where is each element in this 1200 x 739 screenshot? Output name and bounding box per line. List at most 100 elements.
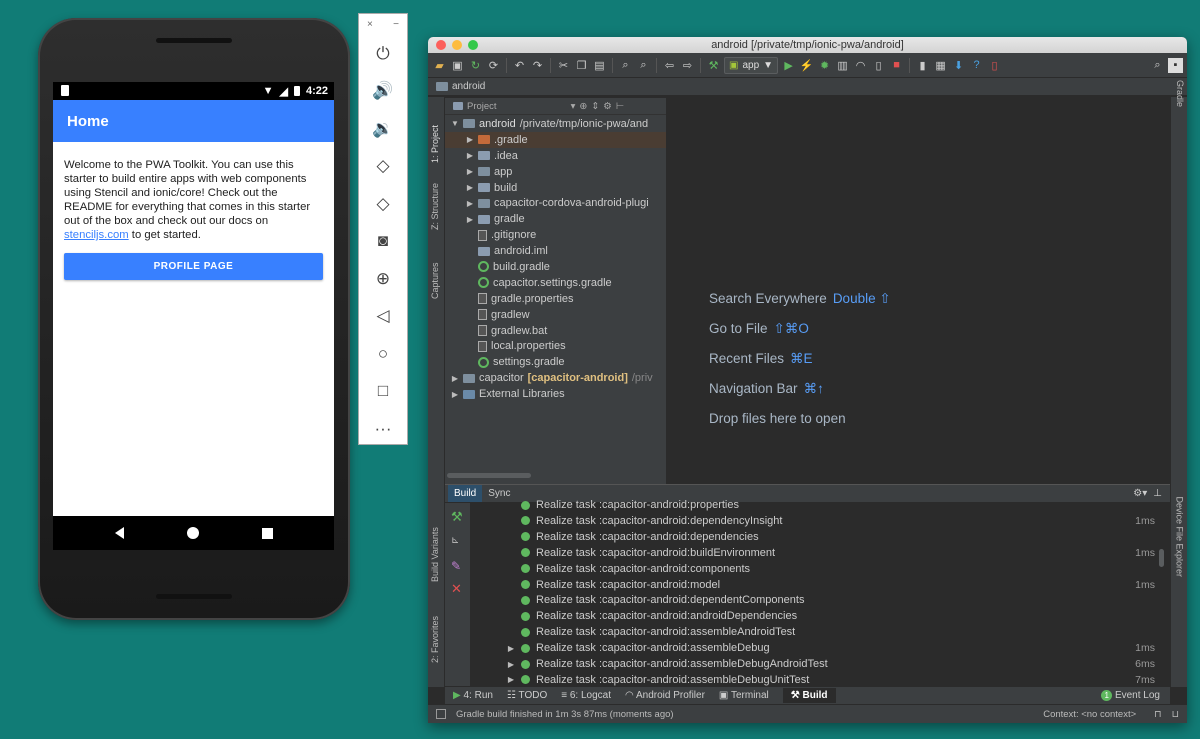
zoom-window-button[interactable] xyxy=(468,40,478,50)
tree-item[interactable]: ▶ gradle xyxy=(445,211,666,227)
tab-project[interactable]: 1: Project xyxy=(430,125,440,163)
copy-icon[interactable]: ❐ xyxy=(574,58,589,73)
build-log-row[interactable]: Realize task :capacitor-android:buildEnv… xyxy=(521,545,1155,561)
refresh-icon[interactable]: ⟳ xyxy=(486,58,501,73)
profile-page-button[interactable]: PROFILE PAGE xyxy=(64,253,323,280)
tab-build-bottom[interactable]: ⚒ Build xyxy=(782,688,836,703)
volume-up-icon[interactable]: 🔊 xyxy=(359,73,407,111)
coverage-icon[interactable]: ▥ xyxy=(835,58,850,73)
chevron-right-icon[interactable]: ▶ xyxy=(466,167,474,176)
tab-logcat[interactable]: ≡ 6: Logcat xyxy=(561,690,611,701)
horizontal-scrollbar[interactable] xyxy=(447,473,531,478)
chevron-right-icon[interactable]: ▶ xyxy=(466,151,474,160)
tree-item[interactable]: build.gradle xyxy=(445,259,666,275)
stenciljs-link[interactable]: stenciljs.com xyxy=(64,229,129,241)
camera-icon[interactable]: ◙ xyxy=(359,223,407,261)
tab-terminal[interactable]: ▣ Terminal xyxy=(719,690,769,701)
power-icon[interactable]: ⏻ xyxy=(359,35,407,73)
tree-item[interactable]: capacitor.settings.gradle xyxy=(445,275,666,291)
run-config-select[interactable]: ▣ app ▼ xyxy=(724,56,779,74)
tree-item[interactable]: gradle.properties xyxy=(445,291,666,307)
chevron-right-icon[interactable]: ▶ xyxy=(451,374,459,383)
tab-captures[interactable]: Captures xyxy=(430,262,440,299)
tree-item[interactable]: gradlew xyxy=(445,307,666,323)
project-structure-icon[interactable]: ▦ xyxy=(933,58,948,73)
build-log-row[interactable]: Realize task :capacitor-android:dependen… xyxy=(521,513,1155,529)
build-log-row[interactable]: Realize task :capacitor-android:properti… xyxy=(521,497,1155,513)
status-window-icon[interactable] xyxy=(436,709,446,719)
hide-icon[interactable]: ⊢ xyxy=(616,101,624,112)
tree-item[interactable]: ▶ External Libraries xyxy=(445,386,666,402)
apply-changes-icon[interactable]: ⚡ xyxy=(799,58,814,73)
recent-apps-icon[interactable] xyxy=(261,527,273,539)
back-icon[interactable]: ◁ xyxy=(359,298,407,336)
toggle-view-icon[interactable]: ⊾ xyxy=(451,535,459,546)
tree-item[interactable]: ▶ capacitor [capacitor-android]/priv xyxy=(445,370,666,386)
tab-event-log[interactable]: 1 Event Log xyxy=(1101,690,1160,701)
notifications-icon[interactable]: ⊔ xyxy=(1172,709,1179,720)
tab-device-file-explorer[interactable]: Device File Explorer xyxy=(1175,496,1185,577)
sdk-manager-icon[interactable]: ⬇ xyxy=(951,58,966,73)
stop-icon[interactable]: ■ xyxy=(889,58,904,73)
run-icon[interactable]: ▶ xyxy=(781,58,796,73)
rotate-right-icon[interactable]: ◇ xyxy=(359,185,407,223)
build-log-row[interactable]: ▶ Realize task :capacitor-android:assembl… xyxy=(508,640,1155,656)
chevron-right-icon[interactable]: ▶ xyxy=(507,644,515,653)
tab-build-variants[interactable]: Build Variants xyxy=(430,527,440,582)
close-window-button[interactable] xyxy=(436,40,446,50)
chevron-right-icon[interactable]: ▶ xyxy=(466,215,474,224)
minimize-window-button[interactable] xyxy=(452,40,462,50)
chevron-right-icon[interactable]: ▶ xyxy=(466,135,474,144)
collapse-icon[interactable]: ⇕ xyxy=(591,101,599,112)
tree-item[interactable]: settings.gradle xyxy=(445,354,666,370)
sync-icon[interactable]: ↻ xyxy=(468,58,483,73)
more-icon[interactable]: ··· xyxy=(359,410,407,448)
tab-todo[interactable]: ☷ TODO xyxy=(507,690,547,701)
zoom-icon[interactable]: ⊕ xyxy=(359,260,407,298)
tab-favorites[interactable]: 2: Favorites xyxy=(430,616,440,663)
project-view-select[interactable]: Project xyxy=(467,101,497,112)
back-icon[interactable] xyxy=(114,527,124,539)
vertical-scrollbar[interactable] xyxy=(1159,549,1164,567)
back-icon[interactable]: ⇦ xyxy=(662,58,677,73)
build-log-row[interactable]: Realize task :capacitor-android:androidD… xyxy=(521,608,1155,624)
undo-icon[interactable]: ↶ xyxy=(512,58,527,73)
tab-run[interactable]: ▶ 4: Run xyxy=(453,690,493,701)
build-log-row[interactable]: Realize task :capacitor-android:componen… xyxy=(521,561,1155,577)
build-log-row[interactable]: Realize task :capacitor-android:assemble… xyxy=(521,624,1155,640)
build-hammer-icon[interactable]: ⚒ xyxy=(451,509,463,525)
tree-item[interactable]: ▶ .idea xyxy=(445,148,666,164)
debug-icon[interactable]: ✹ xyxy=(817,58,832,73)
context-indicator[interactable]: Context: <no context> xyxy=(1043,709,1136,720)
chevron-right-icon[interactable]: ▶ xyxy=(466,183,474,192)
tab-gradle[interactable]: Gradle xyxy=(1175,80,1185,107)
tree-item[interactable]: ▶ build xyxy=(445,180,666,196)
home-icon[interactable]: ○ xyxy=(359,335,407,373)
profile-icon[interactable]: ◠ xyxy=(853,58,868,73)
save-icon[interactable]: ▣ xyxy=(450,58,465,73)
chevron-right-icon[interactable]: ▶ xyxy=(507,675,515,684)
pin-icon[interactable]: ✎ xyxy=(451,559,461,573)
device-icon[interactable]: ▯ xyxy=(987,58,1002,73)
avd-manager-icon[interactable]: ▮ xyxy=(915,58,930,73)
build-log-row[interactable]: Realize task :capacitor-android:dependen… xyxy=(521,592,1155,608)
tree-item[interactable]: ▶ app xyxy=(445,164,666,180)
emulator-minimize-button[interactable]: − xyxy=(393,19,399,30)
tree-item[interactable]: gradlew.bat xyxy=(445,323,666,339)
build-log-row[interactable]: Realize task :capacitor-android:model 1ms xyxy=(521,577,1155,593)
chevron-down-icon[interactable]: ▾ xyxy=(571,101,576,112)
chevron-right-icon[interactable]: ▶ xyxy=(507,660,515,669)
attach-debugger-icon[interactable]: ▯ xyxy=(871,58,886,73)
gear-icon[interactable]: ⚙ xyxy=(603,101,612,112)
tree-item[interactable]: ▶ .gradle xyxy=(445,131,666,148)
volume-down-icon[interactable]: 🔉 xyxy=(359,110,407,148)
redo-icon[interactable]: ↷ xyxy=(530,58,545,73)
tree-item[interactable]: ▶ capacitor-cordova-android-plugi xyxy=(445,195,666,211)
cut-icon[interactable]: ✂ xyxy=(556,58,571,73)
replace-icon[interactable]: ⌕ xyxy=(636,58,651,73)
search-icon[interactable]: ⌕ xyxy=(1150,58,1165,73)
lock-icon[interactable]: ⊓ xyxy=(1154,709,1161,720)
rotate-left-icon[interactable]: ◇ xyxy=(359,148,407,186)
tab-sync[interactable]: Sync xyxy=(482,485,516,502)
build-log-row[interactable]: Realize task :capacitor-android:dependen… xyxy=(521,529,1155,545)
